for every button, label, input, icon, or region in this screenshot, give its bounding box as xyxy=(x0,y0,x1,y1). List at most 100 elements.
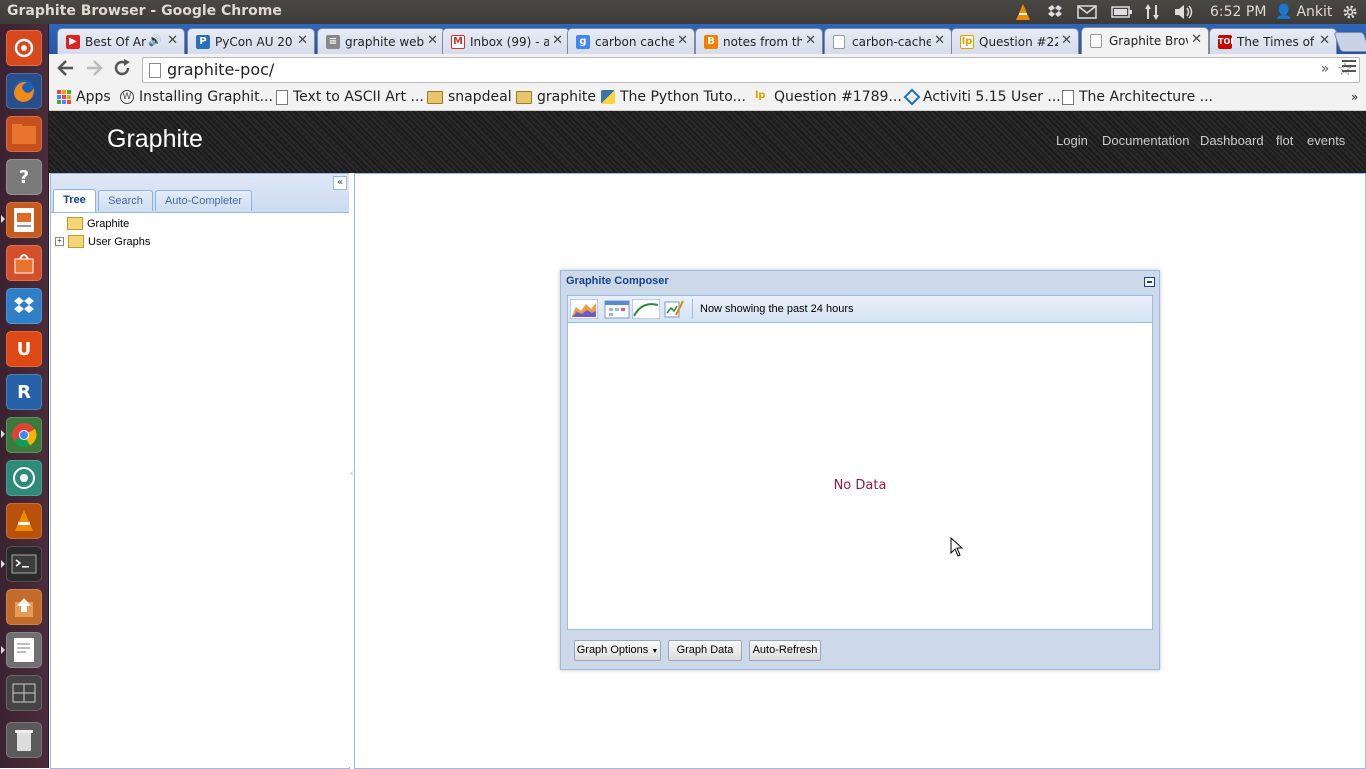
r-icon[interactable]: R xyxy=(6,374,42,410)
back-arrow-icon[interactable] xyxy=(54,58,78,80)
nav-dashboard-link[interactable]: Dashboard xyxy=(1200,133,1264,148)
close-icon[interactable]: ✕ xyxy=(805,33,816,48)
folder-icon xyxy=(67,217,83,230)
close-icon[interactable]: ✕ xyxy=(1061,33,1072,48)
chrome-menu-icon[interactable] xyxy=(1337,58,1361,80)
graphite-page: Graphite Login Documentation Dashboard f… xyxy=(49,111,1366,769)
volume-tray-icon[interactable] xyxy=(1174,3,1194,21)
close-icon[interactable]: ✕ xyxy=(427,33,438,48)
tree-node-user-graphs[interactable]: + User Graphs xyxy=(55,235,150,248)
dash-home-icon[interactable] xyxy=(6,30,42,66)
network-tray-icon[interactable] xyxy=(1144,3,1160,21)
navigation-panel: « Tree Search Auto-Completer Graphite + … xyxy=(50,173,350,769)
dropbox-tray-icon[interactable] xyxy=(1046,3,1064,21)
update-manager-icon[interactable] xyxy=(6,589,42,625)
user-menu[interactable]: 👤 Ankit xyxy=(1275,3,1332,21)
browser-tab[interactable]: ▶ Best Of Ar 🔊 ✕ xyxy=(57,28,185,55)
workspace-switcher-icon[interactable] xyxy=(6,675,42,711)
nav-events-link[interactable]: events xyxy=(1307,133,1345,148)
close-icon[interactable]: ✕ xyxy=(1319,33,1330,48)
time-range-text: Now showing the past 24 hours xyxy=(700,303,854,315)
page-title: Graphite xyxy=(107,125,203,153)
running-indicator xyxy=(1,430,5,438)
software-center-icon[interactable] xyxy=(6,245,42,281)
browser-tab[interactable]: carbon-cache ✕ xyxy=(824,28,952,55)
bookmark-item[interactable]: Text to ASCII Art ... xyxy=(276,88,424,106)
blogger-icon: B xyxy=(704,35,718,49)
tab-title: The Times of xyxy=(1237,35,1315,49)
edit-graph-icon[interactable] xyxy=(664,299,690,319)
mail-tray-icon[interactable] xyxy=(1077,3,1097,21)
close-icon[interactable]: ✕ xyxy=(167,33,178,48)
close-icon[interactable]: ✕ xyxy=(552,33,563,48)
auto-refresh-button[interactable]: Auto-Refresh xyxy=(749,640,821,661)
close-icon[interactable]: ✕ xyxy=(1191,32,1202,47)
running-indicator xyxy=(1,560,5,568)
audio-playing-icon[interactable]: 🔊 xyxy=(148,34,162,47)
browser-tab-active[interactable]: Graphite Brov ✕ xyxy=(1081,27,1209,55)
files-icon[interactable] xyxy=(6,116,42,152)
gear-icon[interactable] xyxy=(1342,3,1358,21)
bookmark-item[interactable]: Activiti 5.15 User ... xyxy=(903,88,1061,106)
close-icon[interactable]: ✕ xyxy=(677,33,688,48)
terminal-icon[interactable] xyxy=(6,546,42,582)
forward-arrow-icon[interactable] xyxy=(82,58,106,80)
close-icon[interactable]: ✕ xyxy=(297,33,308,48)
browser-tab[interactable]: B notes from th ✕ xyxy=(695,28,823,55)
text-editor-icon[interactable] xyxy=(6,632,42,668)
bookmark-item[interactable]: W Installing Graphit... xyxy=(120,88,273,106)
tree-node-graphite[interactable]: Graphite xyxy=(67,217,129,230)
browser-tab[interactable]: lp Question #22 ✕ xyxy=(951,28,1079,55)
tab-search[interactable]: Search xyxy=(98,190,153,211)
nav-login-link[interactable]: Login xyxy=(1056,133,1088,148)
network-icon[interactable] xyxy=(6,460,42,496)
extensions-overflow-icon[interactable]: » xyxy=(1313,58,1337,80)
bookmarks-overflow-icon[interactable]: » xyxy=(1351,88,1358,106)
select-date-range-icon[interactable] xyxy=(569,298,599,320)
reload-icon[interactable] xyxy=(110,58,134,80)
expand-plus-icon[interactable]: + xyxy=(55,237,64,246)
update-graph-icon[interactable] xyxy=(631,298,661,320)
browser-tab[interactable]: P PyCon AU 201 ✕ xyxy=(187,28,315,55)
bookmark-folder[interactable]: graphite xyxy=(516,88,596,106)
browser-tab[interactable]: M Inbox (99) - ar ✕ xyxy=(442,28,570,55)
unity-launcher: ? U R xyxy=(0,24,49,768)
tab-title: carbon-cache xyxy=(852,35,931,49)
graph-options-button[interactable]: Graph Options ▼ xyxy=(574,640,661,661)
bookmark-item[interactable]: The Architecture ... xyxy=(1062,88,1213,106)
bookmark-folder[interactable]: snapdeal xyxy=(427,88,512,106)
battery-tray-icon[interactable] xyxy=(1111,3,1133,21)
bookmark-item[interactable]: lp Question #1789... xyxy=(755,88,902,106)
bookmark-apps[interactable]: Apps xyxy=(57,88,111,106)
collapse-panel-icon[interactable]: « xyxy=(333,176,347,190)
browser-tab[interactable]: TOI The Times of ✕ xyxy=(1209,28,1337,55)
graphite-composer-window[interactable]: Graphite Composer Now showing the past 2… xyxy=(560,270,1160,670)
libreoffice-impress-icon[interactable] xyxy=(6,202,42,238)
firefox-icon[interactable] xyxy=(6,73,42,109)
vlc-icon[interactable] xyxy=(6,503,42,539)
close-icon[interactable]: ✕ xyxy=(934,33,945,48)
nav-flot-link[interactable]: flot xyxy=(1276,133,1293,148)
clock[interactable]: 6:52 PM xyxy=(1210,3,1266,21)
vlc-tray-icon[interactable] xyxy=(1014,3,1032,21)
browser-tab[interactable]: ≡ graphite web ✕ xyxy=(317,28,445,55)
tab-tree[interactable]: Tree xyxy=(53,189,96,212)
address-bar[interactable]: graphite-poc/ ☆ xyxy=(142,57,1360,83)
help-icon[interactable]: ? xyxy=(6,159,42,195)
dropbox-icon[interactable] xyxy=(6,288,42,324)
nav-documentation-link[interactable]: Documentation xyxy=(1102,133,1189,148)
browser-tab[interactable]: g carbon cache ✕ xyxy=(567,28,695,55)
trash-icon[interactable] xyxy=(6,722,42,758)
minimize-icon[interactable] xyxy=(1144,277,1155,287)
pycon-icon: P xyxy=(196,35,210,49)
calendar-icon[interactable] xyxy=(604,299,630,319)
bookmark-item[interactable]: The Python Tuto... xyxy=(601,88,746,106)
graph-image-area[interactable]: No Data xyxy=(567,322,1153,630)
graph-data-button[interactable]: Graph Data xyxy=(668,640,742,661)
tab-auto-completer[interactable]: Auto-Completer xyxy=(155,190,252,211)
activiti-icon xyxy=(903,88,921,106)
url-text[interactable]: graphite-poc/ xyxy=(167,60,274,79)
ubuntu-one-icon[interactable]: U xyxy=(6,331,42,367)
new-tab-button[interactable] xyxy=(1333,32,1366,52)
chrome-icon[interactable] xyxy=(6,417,42,453)
